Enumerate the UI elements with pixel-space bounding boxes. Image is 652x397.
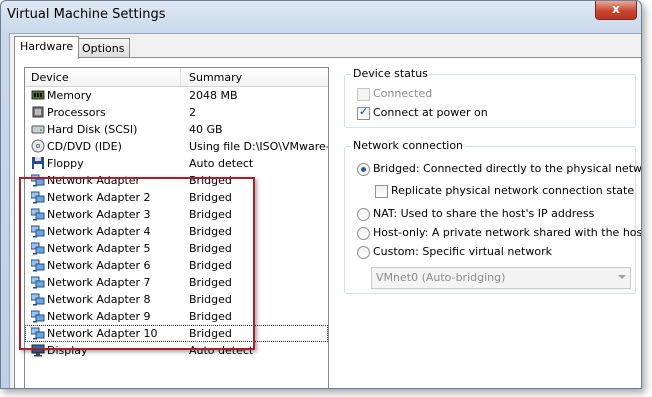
host-only-label: Host-only: A private network shared with… <box>373 226 642 239</box>
nat-label: NAT: Used to share the host's IP address <box>373 207 595 220</box>
custom-radio[interactable] <box>357 246 370 259</box>
nat-radio[interactable] <box>357 208 370 221</box>
bridged-radio[interactable] <box>357 163 370 176</box>
hard-disk-icon <box>31 122 45 136</box>
connected-label: Connected <box>373 87 433 100</box>
connect-at-power-on-label: Connect at power on <box>373 106 488 119</box>
connected-checkbox[interactable] <box>357 88 370 101</box>
network-connection-legend: Network connection <box>351 139 466 152</box>
device-summary: Using file D:\ISO\VMware-VM <box>189 140 329 153</box>
memory-icon <box>31 88 45 102</box>
tab-hardware[interactable]: Hardware <box>14 36 80 59</box>
device-row[interactable]: Floppy Auto detect <box>25 155 328 172</box>
device-list-header: Device Summary <box>25 68 328 87</box>
connect-at-power-on-checkbox[interactable] <box>357 105 370 120</box>
replicate-state-label: Replicate physical network connection st… <box>391 184 635 197</box>
device-summary: 2048 MB <box>189 89 238 102</box>
column-header-device[interactable]: Device <box>31 71 69 84</box>
processor-icon <box>31 105 45 119</box>
column-divider[interactable] <box>180 68 181 86</box>
window-title: Virtual Machine Settings <box>7 7 166 22</box>
tab-options[interactable]: Options <box>76 38 131 58</box>
custom-network-dropdown[interactable]: VMnet0 (Auto-bridging) <box>371 267 631 289</box>
bridged-label: Bridged: Connected directly to the physi… <box>373 162 642 175</box>
replicate-state-checkbox[interactable] <box>375 185 388 198</box>
device-row[interactable]: Processors 2 <box>25 104 328 121</box>
device-name: Floppy <box>47 157 84 170</box>
close-button[interactable]: x <box>595 1 637 20</box>
cd-dvd-icon <box>31 139 45 153</box>
network-adapters-highlight-box <box>19 177 255 350</box>
device-summary: Auto detect <box>189 157 254 170</box>
device-row[interactable]: CD/DVD (IDE) Using file D:\ISO\VMware-VM <box>25 138 328 155</box>
device-status-legend: Device status <box>351 67 430 80</box>
device-name: CD/DVD (IDE) <box>47 140 122 153</box>
device-status-group: Device status Connected Connect at power… <box>344 67 636 128</box>
network-connection-group: Network connection Bridged: Connected di… <box>344 139 641 294</box>
device-summary: 40 GB <box>189 123 223 136</box>
column-header-summary[interactable]: Summary <box>189 71 242 84</box>
custom-network-value: VMnet0 (Auto-bridging) <box>376 271 506 284</box>
floppy-icon <box>31 156 45 170</box>
device-name: Processors <box>47 106 106 119</box>
title-bar[interactable]: Virtual Machine Settings x <box>1 1 641 29</box>
device-summary: 2 <box>189 106 196 119</box>
device-row[interactable]: Hard Disk (SCSI) 40 GB <box>25 121 328 138</box>
device-name: Hard Disk (SCSI) <box>47 123 138 136</box>
device-row[interactable]: Memory 2048 MB <box>25 87 328 104</box>
host-only-radio[interactable] <box>357 227 370 240</box>
custom-label: Custom: Specific virtual network <box>373 245 552 258</box>
chevron-down-icon <box>618 275 626 279</box>
device-name: Memory <box>47 89 92 102</box>
